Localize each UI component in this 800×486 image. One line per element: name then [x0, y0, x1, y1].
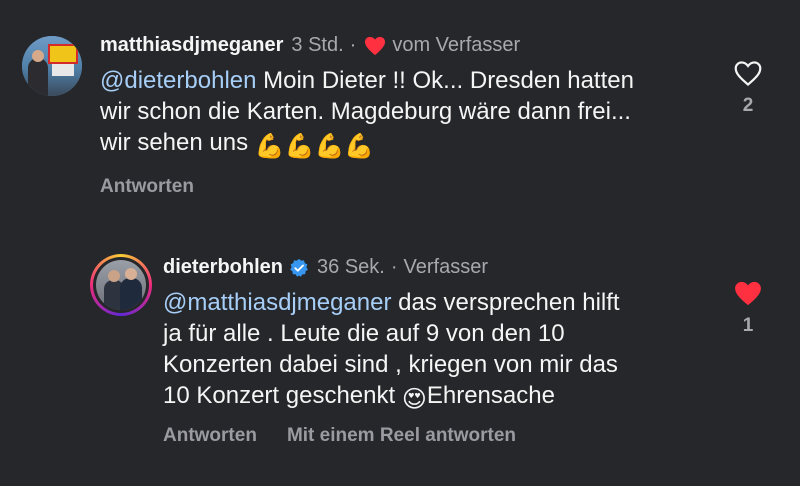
comment-text-line1: das versprechen hilft: [391, 289, 620, 316]
like-area: 2: [728, 60, 768, 117]
comment-text: @dieterbohlen Moin Dieter !! Ok... Dresd…: [100, 65, 720, 162]
comment-text-line2: wir schon die Karten. Magdeburg wäre dan…: [100, 98, 631, 125]
reply-button[interactable]: Antworten: [163, 425, 257, 447]
timestamp: 36 Sek.: [317, 256, 385, 278]
liked-by-author-label: vom Verfasser: [392, 34, 521, 56]
comment-text-line2: ja für alle . Leute die auf 9 von den 10: [163, 320, 565, 347]
avatar-sign: [48, 44, 78, 64]
mention-link[interactable]: @dieterbohlen: [100, 67, 256, 94]
username[interactable]: matthiasdjmeganer: [100, 34, 283, 57]
heart-eyes-emoji: 😍: [401, 386, 427, 413]
avatar-head-left: [108, 270, 120, 282]
avatar-matthiasdjmeganer[interactable]: [22, 36, 82, 96]
comment-text-line3: Konzerten dabei sind , kriegen von mir d…: [163, 351, 618, 378]
comment-actions: Antworten: [100, 176, 194, 198]
avatar-ring-gap: [93, 257, 149, 313]
separator-dot: ·: [390, 256, 398, 278]
verified-badge-icon: [290, 258, 308, 277]
like-count: 2: [742, 95, 754, 116]
heart-filled-icon[interactable]: [733, 280, 763, 307]
timestamp: 3 Std.: [291, 34, 344, 56]
comment-meta: matthiasdjmeganer 3 Std. · vom Verfasser: [100, 34, 520, 57]
author-label: Verfasser: [403, 256, 488, 278]
avatar-head-right: [125, 268, 137, 280]
heart-icon: [365, 36, 386, 55]
reply-with-reel-button[interactable]: Mit einem Reel antworten: [287, 425, 516, 447]
like-count: 1: [742, 315, 754, 336]
avatar-person: [28, 58, 48, 96]
comment-meta: dieterbohlen 36 Sek. · Verfasser: [163, 256, 488, 279]
reply-button[interactable]: Antworten: [100, 176, 194, 198]
mention-link[interactable]: @matthiasdjmeganer: [163, 289, 391, 316]
comment-text-line1: Moin Dieter !! Ok... Dresden hatten: [256, 67, 634, 94]
avatar-head: [32, 50, 44, 62]
comment-text: @matthiasdjmeganer das versprechen hilft…: [163, 287, 723, 415]
avatar-dieterbohlen[interactable]: [90, 254, 152, 316]
comment-text-line4: 10 Konzert geschenkt: [163, 382, 402, 409]
comment-text-tail: Ehrensache: [426, 382, 555, 409]
avatar-sign-lower: [52, 64, 74, 76]
like-area: 1: [728, 280, 768, 337]
separator-dot: ·: [349, 34, 357, 56]
comment-text-line3: wir sehen uns: [100, 129, 255, 156]
flexed-biceps-emoji: 💪💪💪💪: [254, 133, 375, 160]
avatar-person-right: [120, 278, 142, 310]
avatar-image: [96, 260, 146, 310]
heart-outline-icon[interactable]: [733, 60, 763, 87]
username[interactable]: dieterbohlen: [163, 256, 283, 279]
comment-actions: Antworten Mit einem Reel antworten: [163, 425, 516, 447]
